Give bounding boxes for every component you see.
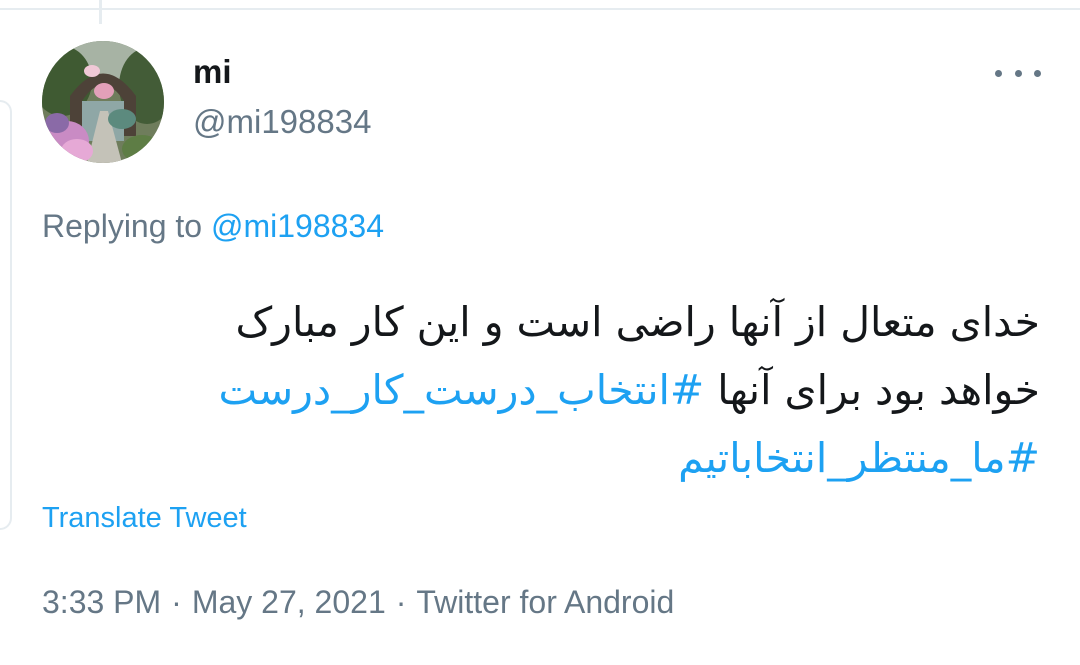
top-divider [0,8,1080,10]
left-panel-edge [0,100,12,530]
translate-tweet-button[interactable]: Translate Tweet [42,501,247,535]
tweet-text-line-3: #ما_منتظر_انتخاباتیم [42,424,1040,492]
reply-mention-link[interactable]: @mi198834 [211,208,384,244]
more-horizontal-icon-dot [1014,69,1022,77]
tweet-text-line-2: خواهد بود برای آنها #انتخاب_درست_کار_درس… [42,356,1040,424]
avatar[interactable] [42,41,164,163]
author-display-name[interactable]: mi [193,54,232,90]
meta-separator: · [395,584,407,620]
garden-arch-photo-icon [42,41,164,163]
tweet-metadata: 3:33 PM · May 27, 2021 · Twitter for Android [42,583,674,621]
replying-to-label: Replying to [42,208,203,244]
hashtag-link-1[interactable]: #انتخاب_درست_کار_درست [219,366,705,414]
tweet-text-segment: خواهد بود برای آنها [704,366,1040,414]
tweet-text: خدای متعال از آنها راضی است و این کار مب… [42,288,1040,492]
more-horizontal-icon-dot [1034,69,1041,77]
hashtag-link-2[interactable]: #ما_منتظر_انتخاباتیم [678,434,1040,482]
tweet-source-link[interactable]: Twitter for Android [416,584,674,620]
tweet-date[interactable]: May 27, 2021 [192,584,386,620]
tweet-time[interactable]: 3:33 PM [42,584,161,620]
meta-separator: · [171,584,182,620]
more-options-button[interactable] [995,58,1041,88]
tweet-text-line-1: خدای متعال از آنها راضی است و این کار مب… [235,298,1040,346]
replying-to-line: Replying to @mi198834 [42,208,384,244]
thread-connector-line [99,0,102,24]
author-handle[interactable]: @mi198834 [193,104,371,140]
more-horizontal-icon [995,69,1002,77]
